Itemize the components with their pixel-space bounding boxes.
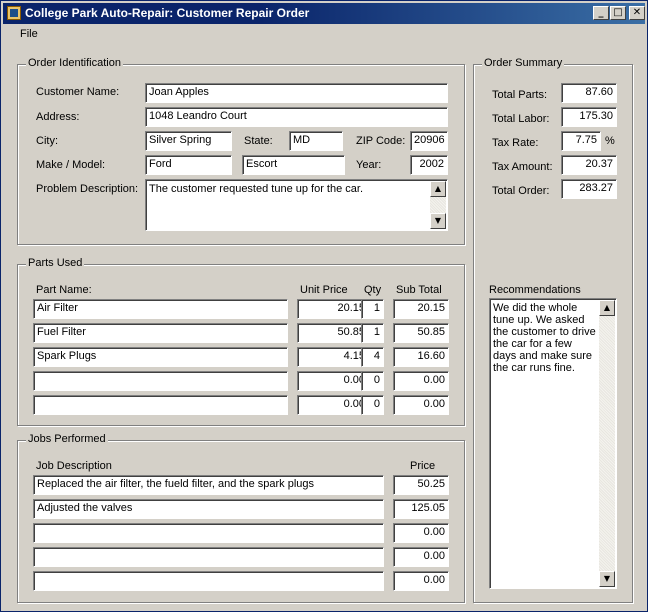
- parts-used-legend: Parts Used: [26, 257, 85, 269]
- problem-description-field[interactable]: The customer requested tune up for the c…: [145, 179, 448, 231]
- part-name-field[interactable]: Spark Plugs: [33, 347, 288, 367]
- job-description-field[interactable]: Adjusted the valves: [33, 499, 384, 519]
- problem-description-text: The customer requested tune up for the c…: [149, 183, 364, 195]
- problem-description-label: Problem Description:: [36, 183, 139, 195]
- make-field[interactable]: Ford: [145, 155, 232, 175]
- window-title: College Park Auto-Repair: Customer Repai…: [25, 6, 310, 20]
- zip-label: ZIP Code:: [356, 135, 406, 147]
- order-identification-group: Order Identification Customer Name: Joan…: [17, 57, 465, 245]
- scroll-down-icon[interactable]: ▼: [599, 571, 615, 587]
- state-label: State:: [244, 135, 273, 147]
- job-price-field[interactable]: 0.00: [393, 547, 449, 567]
- parts-used-group: Parts Used Part Name: Unit Price Qty Sub…: [17, 257, 465, 426]
- job-price-field[interactable]: 0.00: [393, 523, 449, 543]
- tax-rate-label: Tax Rate:: [492, 137, 539, 149]
- job-price-field[interactable]: 50.25: [393, 475, 449, 495]
- sub-total-field[interactable]: 0.00: [393, 395, 449, 415]
- total-parts-label: Total Parts:: [492, 89, 548, 101]
- job-price-field[interactable]: 0.00: [393, 571, 449, 591]
- job-description-field[interactable]: Replaced the air filter, the fueld filte…: [33, 475, 384, 495]
- app-icon: [7, 6, 21, 20]
- sub-total-field[interactable]: 50.85: [393, 323, 449, 343]
- unit-price-field[interactable]: 0.00: [297, 395, 369, 415]
- part-name-field[interactable]: [33, 371, 288, 391]
- address-label: Address:: [36, 111, 80, 123]
- close-icon[interactable]: ✕: [629, 6, 645, 20]
- jobs-performed-legend: Jobs Performed: [26, 433, 108, 445]
- recommendations-text: We did the whole tune up. We asked the c…: [493, 302, 599, 374]
- unit-price-header: Unit Price: [300, 284, 348, 296]
- year-label: Year:: [356, 159, 382, 171]
- state-field[interactable]: MD: [289, 131, 343, 151]
- unit-price-field[interactable]: 0.00: [297, 371, 369, 391]
- job-description-field[interactable]: [33, 571, 384, 591]
- address-field[interactable]: 1048 Leandro Court: [145, 107, 448, 127]
- sub-total-header: Sub Total: [396, 284, 442, 296]
- customer-name-field[interactable]: Joan Apples: [145, 83, 448, 103]
- city-label: City:: [36, 135, 58, 147]
- menu-file[interactable]: File: [20, 28, 38, 40]
- model-field[interactable]: Escort: [242, 155, 345, 175]
- menu-bar: File: [3, 25, 645, 45]
- recommendations-scrollbar[interactable]: ▲ ▼: [599, 300, 615, 587]
- total-order-field[interactable]: 283.27: [561, 179, 617, 199]
- tax-rate-field[interactable]: 7.75: [561, 131, 601, 151]
- maximize-icon[interactable]: □: [610, 6, 626, 20]
- order-identification-legend: Order Identification: [26, 57, 123, 69]
- customer-name-label: Customer Name:: [36, 86, 120, 98]
- job-description-header: Job Description: [36, 460, 112, 472]
- unit-price-field[interactable]: 4.15: [297, 347, 369, 367]
- job-description-field[interactable]: [33, 547, 384, 567]
- main-window: College Park Auto-Repair: Customer Repai…: [0, 0, 648, 612]
- order-summary-legend: Order Summary: [482, 57, 565, 69]
- sub-total-field[interactable]: 16.60: [393, 347, 449, 367]
- job-price-header: Price: [410, 460, 436, 472]
- qty-field[interactable]: 4: [361, 347, 384, 367]
- recommendations-label: Recommendations: [489, 284, 581, 296]
- qty-field[interactable]: 1: [361, 323, 384, 343]
- total-order-label: Total Order:: [492, 185, 550, 197]
- sub-total-field[interactable]: 20.15: [393, 299, 449, 319]
- qty-field[interactable]: 1: [361, 299, 384, 319]
- job-price-field[interactable]: 125.05: [393, 499, 449, 519]
- unit-price-field[interactable]: 20.15: [297, 299, 369, 319]
- sub-total-field[interactable]: 0.00: [393, 371, 449, 391]
- scroll-up-icon[interactable]: ▲: [430, 181, 446, 197]
- percent-label: %: [605, 135, 615, 147]
- part-name-field[interactable]: Fuel Filter: [33, 323, 288, 343]
- qty-header: Qty: [364, 284, 382, 296]
- order-summary-group: Order Summary Total Parts: 87.60 Total L…: [473, 57, 633, 603]
- zip-field[interactable]: 20906: [410, 131, 448, 151]
- tax-amount-label: Tax Amount:: [492, 161, 553, 173]
- total-labor-label: Total Labor:: [492, 113, 550, 125]
- scroll-up-icon[interactable]: ▲: [599, 300, 615, 316]
- recommendations-field[interactable]: We did the whole tune up. We asked the c…: [489, 298, 617, 589]
- scroll-down-icon[interactable]: ▼: [430, 213, 446, 229]
- year-field[interactable]: 2002: [410, 155, 448, 175]
- problem-scrollbar[interactable]: ▲ ▼: [430, 181, 446, 229]
- part-name-field[interactable]: Air Filter: [33, 299, 288, 319]
- qty-field[interactable]: 0: [361, 371, 384, 391]
- minimize-icon[interactable]: _: [593, 6, 609, 20]
- total-labor-field[interactable]: 175.30: [561, 107, 617, 127]
- total-parts-field[interactable]: 87.60: [561, 83, 617, 103]
- unit-price-field[interactable]: 50.85: [297, 323, 369, 343]
- city-field[interactable]: Silver Spring: [145, 131, 232, 151]
- jobs-performed-group: Jobs Performed Job Description Price Rep…: [17, 433, 465, 603]
- make-model-label: Make / Model:: [36, 159, 106, 171]
- qty-field[interactable]: 0: [361, 395, 384, 415]
- part-name-field[interactable]: [33, 395, 288, 415]
- tax-amount-field[interactable]: 20.37: [561, 155, 617, 175]
- title-bar[interactable]: College Park Auto-Repair: Customer Repai…: [3, 3, 645, 24]
- part-name-header: Part Name:: [36, 284, 92, 296]
- job-description-field[interactable]: [33, 523, 384, 543]
